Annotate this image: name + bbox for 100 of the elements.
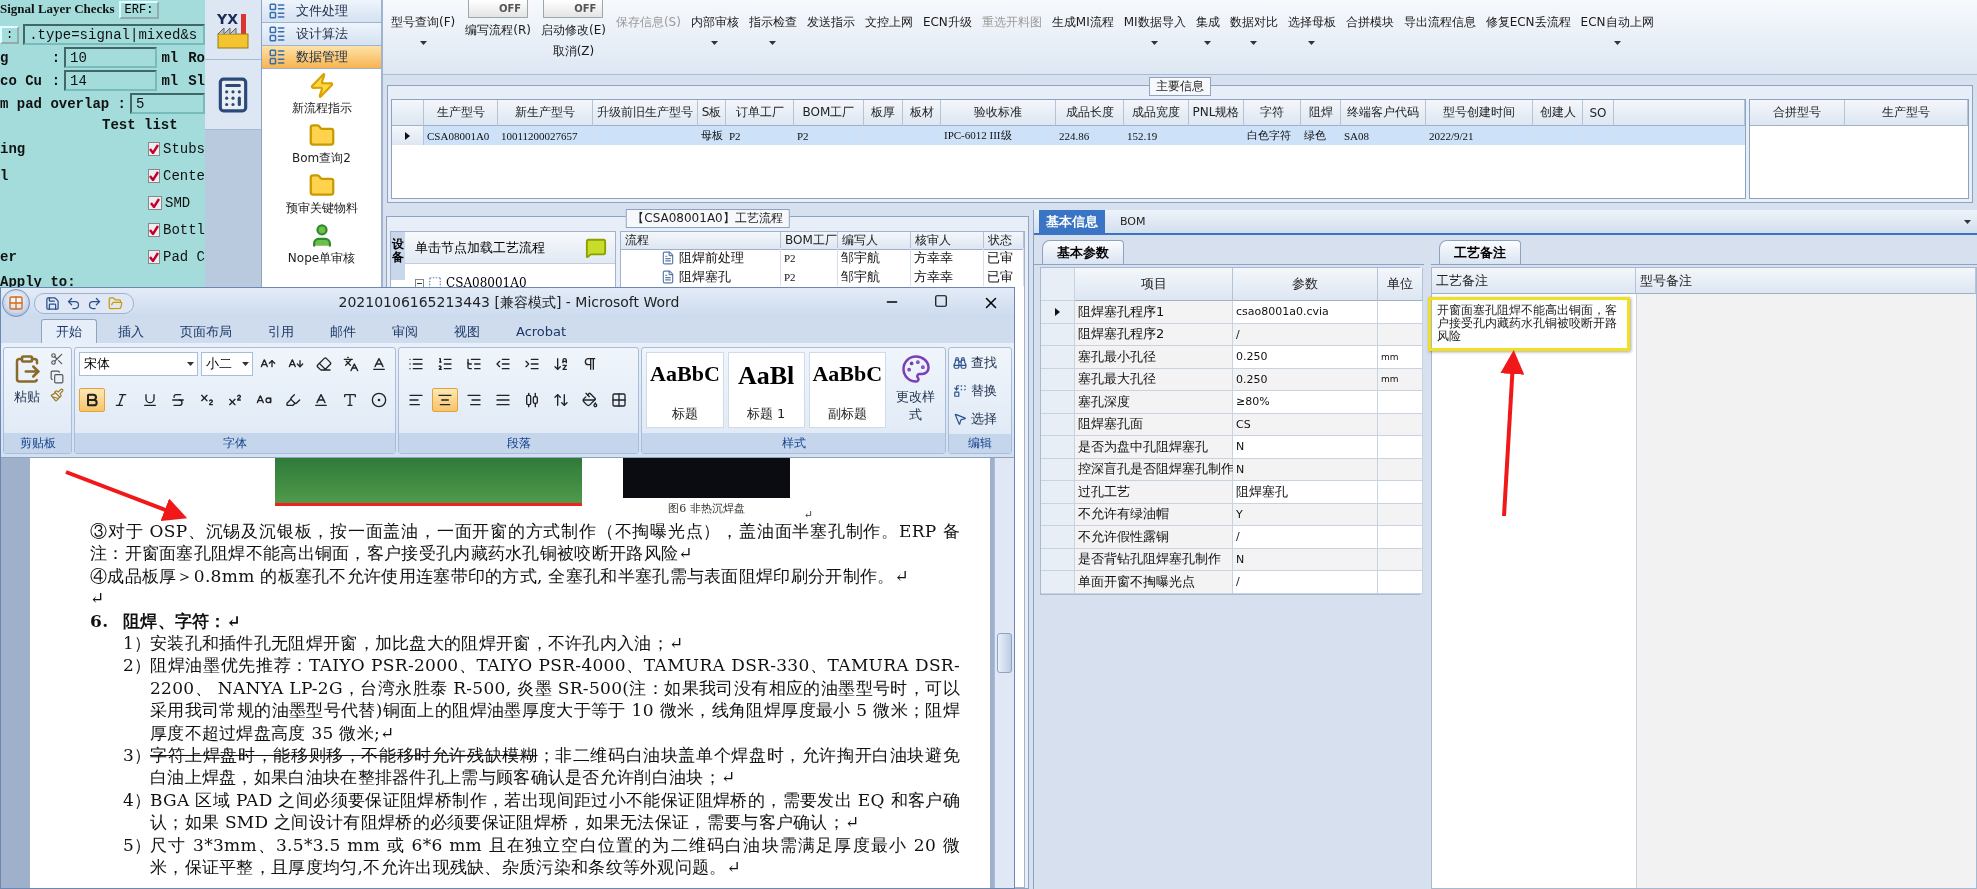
side-tab[interactable]: 设备	[391, 232, 405, 280]
column-header[interactable]: 板厚	[864, 100, 903, 126]
checkbox[interactable]	[148, 222, 160, 237]
paste-button[interactable]: 粘贴	[8, 352, 46, 429]
ribbon-tab[interactable]: 视图	[439, 319, 495, 343]
column-header[interactable]: 生产型号	[424, 100, 498, 126]
column-header[interactable]: BOM工厂	[794, 100, 864, 126]
toolbar-button[interactable]: ECN自动上网	[1580, 0, 1654, 45]
font-name-field[interactable]: 宋体	[79, 352, 199, 376]
column-header[interactable]: 板材	[903, 100, 941, 126]
nav-section[interactable]: 文件处理	[262, 0, 381, 23]
colon-button[interactable]: :	[0, 25, 20, 44]
column-header[interactable]: 新生产型号	[498, 100, 593, 126]
column-header[interactable]: 终端客户代码	[1341, 100, 1426, 126]
column-header[interactable]: 成品长度	[1056, 100, 1124, 126]
copy-icon[interactable]	[50, 370, 64, 384]
toolbar-button[interactable]: 生成MI流程	[1051, 0, 1114, 31]
column-header[interactable]: 参数	[1233, 268, 1378, 301]
checkbox[interactable]	[148, 141, 160, 156]
edit-button[interactable]: 替换	[953, 380, 1007, 402]
checkbox[interactable]	[148, 249, 160, 264]
column-header[interactable]: 单位	[1378, 268, 1423, 301]
column-header[interactable]: 合拼型号	[1750, 100, 1845, 126]
nav-item[interactable]: 预审关键物料	[262, 169, 381, 219]
ribbon-tab[interactable]: 审阅	[377, 319, 433, 343]
column-header[interactable]: 编写人	[838, 232, 911, 250]
value-field[interactable]: 14	[64, 70, 158, 91]
toolbar-button[interactable]: 指示检查	[748, 0, 797, 45]
value-field[interactable]: 10	[64, 47, 158, 68]
ribbon-tab[interactable]: 开始	[41, 319, 97, 343]
column-header[interactable]: 创建人	[1533, 100, 1583, 126]
ribbon-tab[interactable]: 插入	[103, 319, 159, 343]
column-header[interactable]: 升级前旧生产型号	[593, 100, 698, 126]
column-header[interactable]: 成品宽度	[1124, 100, 1189, 126]
toolbar-button[interactable]: MI数据导入	[1123, 0, 1186, 45]
column-header[interactable]: 型号创建时间	[1426, 100, 1533, 126]
toolbar-button[interactable]: 合拼模块	[1345, 0, 1394, 31]
scrollbar[interactable]	[994, 458, 1014, 888]
style-preview[interactable]: AaBbC 标题	[646, 352, 724, 428]
toggle-switch[interactable]: OFF	[468, 0, 529, 18]
toggle-switch[interactable]: OFF	[543, 0, 604, 18]
grid-row[interactable]: CSA08001A0 10011200027657 母板 P2 P2 IPC-6012 III级 224.86 152.19 白色字符 绿色 SA08 2022/9/21	[392, 126, 1745, 145]
ribbon-tab[interactable]: 引用	[253, 319, 309, 343]
column-header[interactable]: 工艺备注	[1432, 268, 1636, 294]
toolbar-button[interactable]: ECN升级	[922, 0, 972, 31]
column-header[interactable]: 型号备注	[1636, 268, 1976, 294]
tab[interactable]: BOM	[1113, 210, 1153, 233]
tab[interactable]: 基本参数	[1042, 240, 1124, 264]
column-header[interactable]: 订单工厂	[726, 100, 794, 126]
nav-section[interactable]: 设计算法	[262, 23, 381, 46]
checkbox[interactable]	[148, 195, 162, 210]
nav-item[interactable]: Nope单审核	[262, 219, 381, 269]
row-header[interactable]	[1041, 301, 1075, 324]
nav-item[interactable]: 新流程指示	[262, 69, 381, 119]
toolbar-button[interactable]: 集成	[1195, 0, 1220, 45]
undo-icon[interactable]	[66, 295, 81, 311]
column-header[interactable]: BOM工厂	[781, 232, 838, 250]
toolbar-button[interactable]: 文控上网	[864, 0, 913, 31]
ribbon-tab[interactable]: 页面布局	[165, 319, 247, 343]
redo-icon[interactable]	[87, 295, 102, 311]
tree-node[interactable]: CSA08001A0	[446, 276, 527, 290]
nav-section[interactable]: 数据管理	[262, 46, 381, 69]
align-center-button[interactable]	[432, 388, 459, 412]
column-header[interactable]: 核审人	[911, 232, 984, 250]
bold-button[interactable]	[79, 388, 106, 412]
column-header[interactable]: 字符	[1244, 100, 1301, 126]
row-header[interactable]	[392, 126, 424, 145]
erf-button[interactable]: ERF:	[118, 0, 160, 19]
column-header[interactable]: 流程	[621, 232, 781, 250]
style-preview[interactable]: AaBl 标题 1	[727, 352, 805, 428]
nav-item[interactable]: Bom查询2	[262, 119, 381, 169]
office-button[interactable]	[2, 289, 30, 317]
edit-button[interactable]: 选择	[953, 408, 1007, 430]
save-icon[interactable]	[45, 295, 60, 311]
column-header[interactable]: S板	[698, 100, 726, 126]
toolbar-button[interactable]: 型号查询(F)	[391, 0, 456, 45]
font-size-field[interactable]: 小二	[201, 352, 253, 376]
change-styles-button[interactable]: 更改样式	[889, 352, 942, 429]
filter-field[interactable]: .type=signal|mixed&s	[23, 24, 205, 45]
toolbar-button[interactable]: 数据对比	[1229, 0, 1278, 45]
toolbar-button[interactable]: 取消(Z)	[552, 43, 595, 60]
ribbon-tab[interactable]: Acrobat	[501, 319, 582, 343]
column-header[interactable]: 阻焊	[1301, 100, 1341, 126]
ribbon-tab[interactable]: 邮件	[315, 319, 371, 343]
column-header[interactable]: SO	[1583, 100, 1614, 126]
checkbox[interactable]	[148, 168, 160, 183]
column-header[interactable]: PNL规格	[1189, 100, 1244, 126]
tab[interactable]: 工艺备注	[1439, 240, 1521, 264]
column-header[interactable]: 生产型号	[1845, 100, 1968, 126]
column-header[interactable]: 验收标准	[941, 100, 1056, 126]
edit-button[interactable]: 查找	[953, 352, 1007, 374]
value-field[interactable]: 5	[130, 93, 205, 114]
scrollbar-thumb[interactable]	[997, 633, 1012, 673]
toolbar-button[interactable]: 选择母板	[1287, 0, 1336, 45]
style-preview[interactable]: AaBbC 副标题	[808, 352, 886, 428]
brush-icon[interactable]	[50, 388, 64, 402]
toolbar-button[interactable]: 发送指示	[806, 0, 855, 31]
column-header[interactable]: 状态	[984, 232, 1024, 250]
toolbar-button[interactable]: 修复ECN丢流程	[1485, 0, 1571, 31]
toolbar-button[interactable]: 导出流程信息	[1403, 0, 1476, 31]
